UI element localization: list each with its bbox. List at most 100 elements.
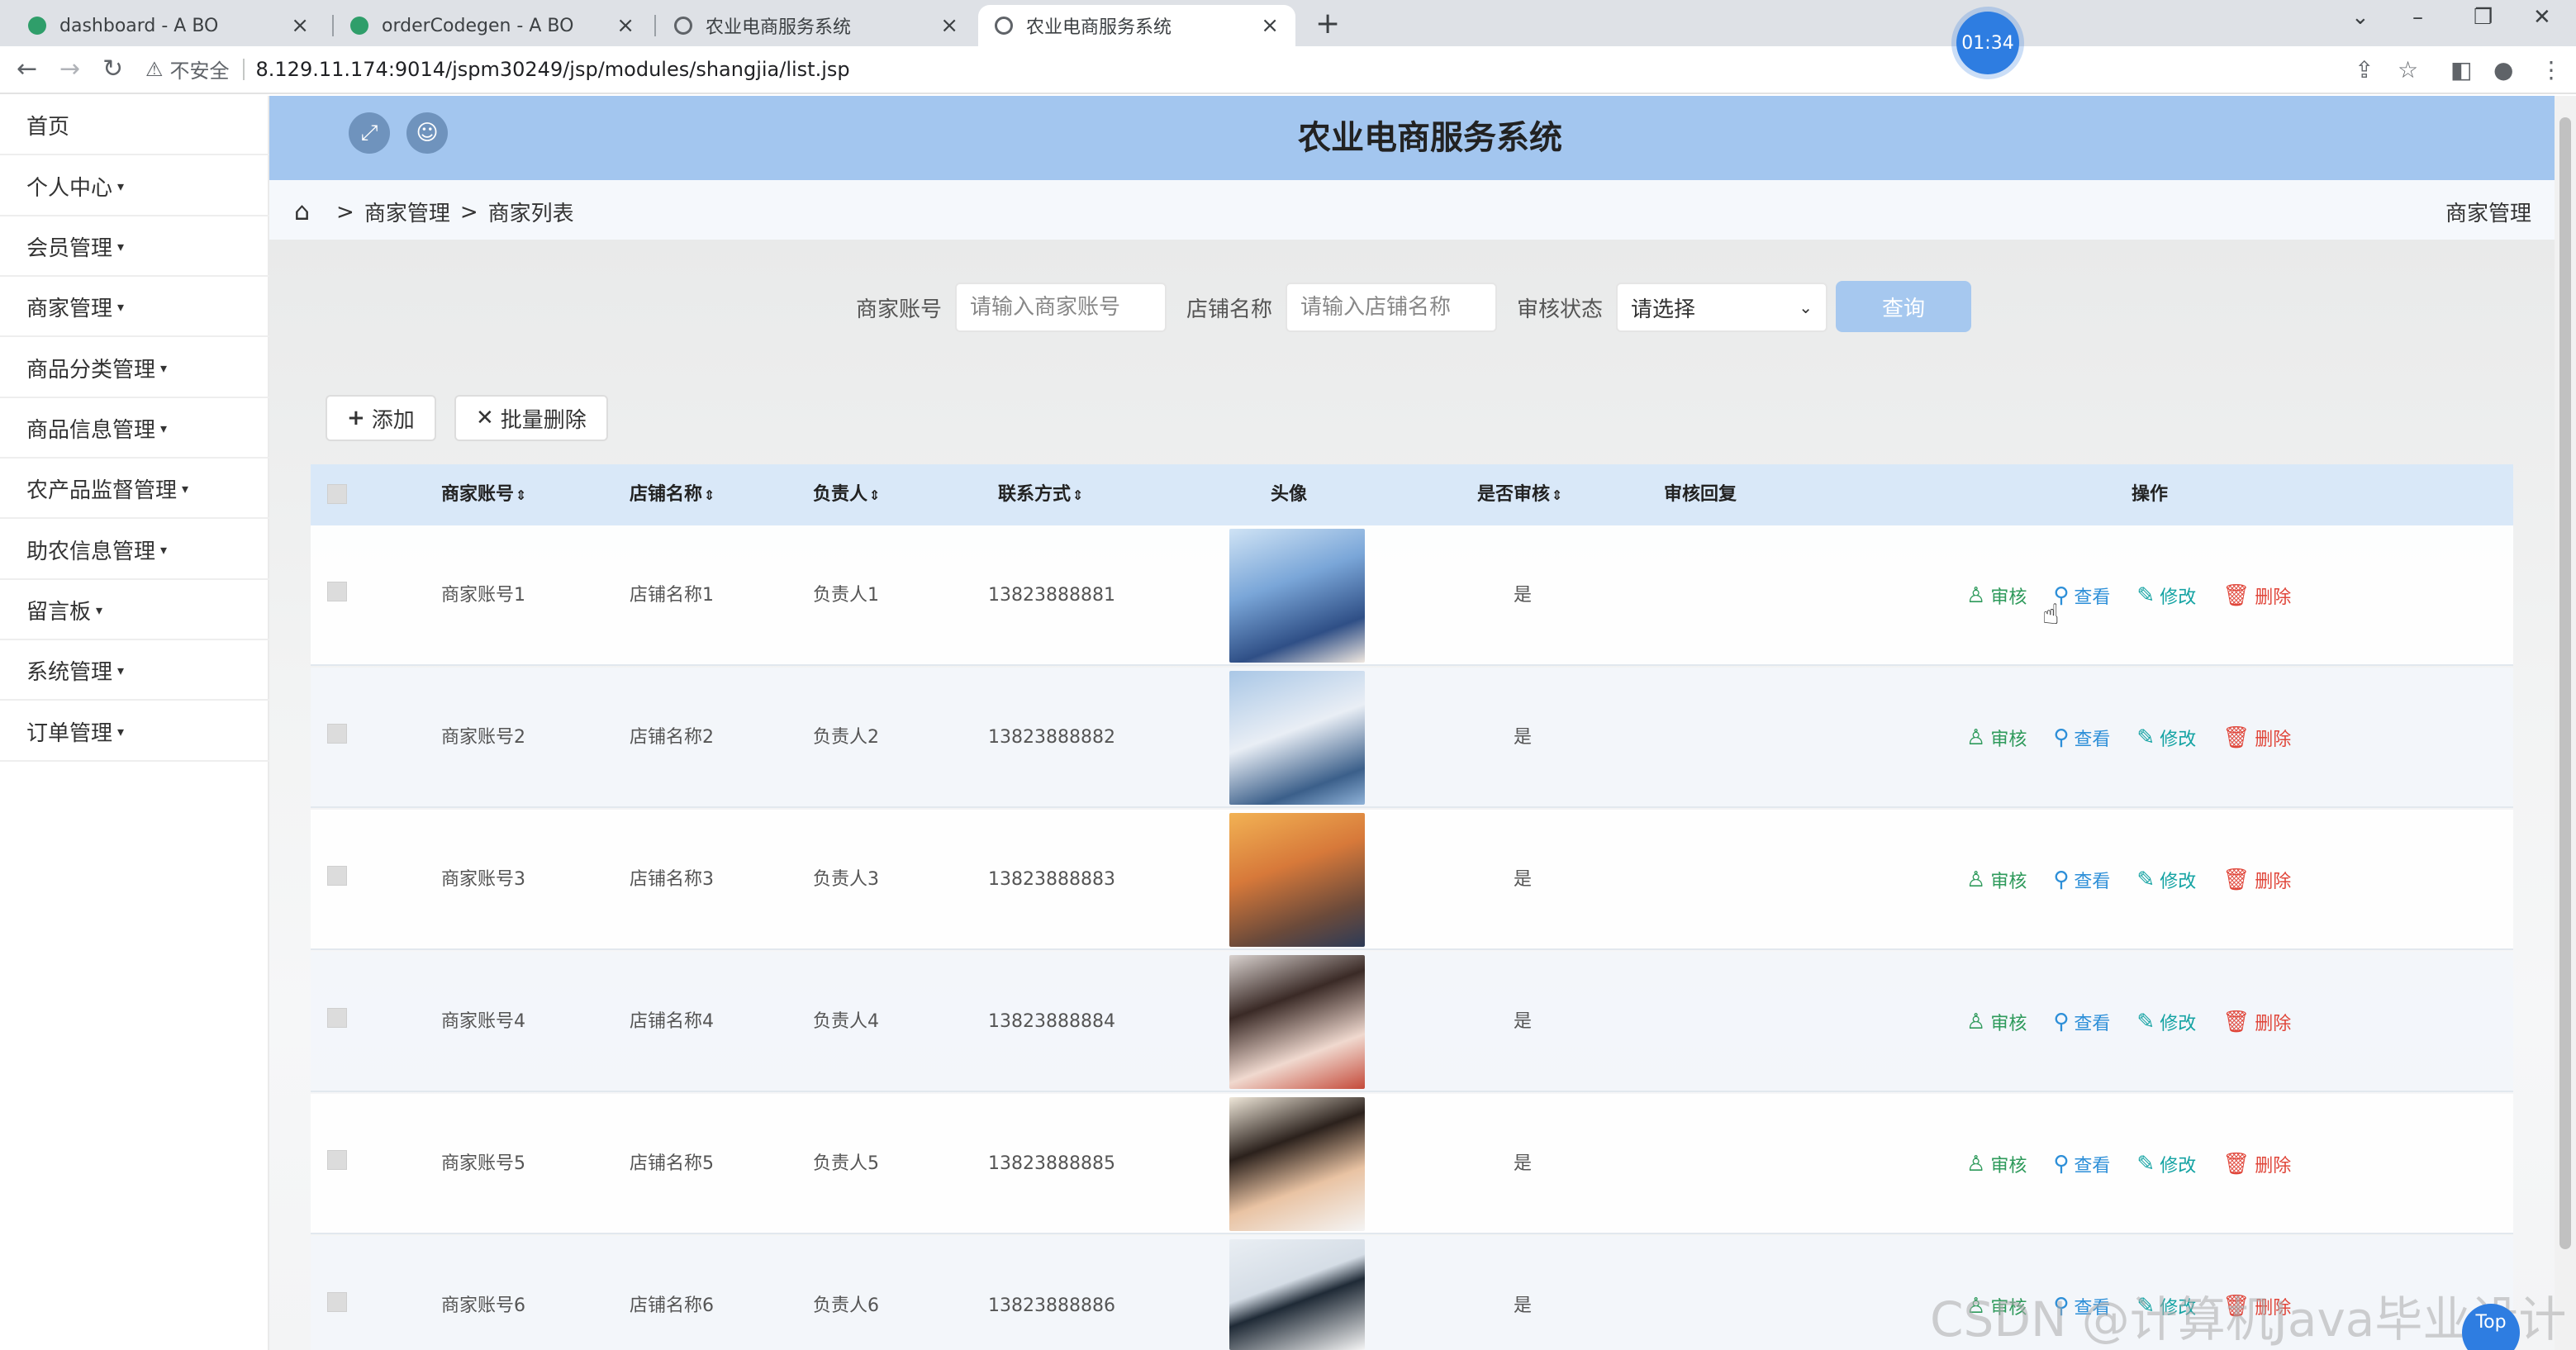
window-close-icon[interactable]: ✕ [2533,5,2551,30]
user-check-icon: ♙ [1966,725,1986,750]
column-header-owner[interactable]: 负责人 ⇕ [813,464,880,525]
sidebar-item-supervision[interactable]: 农产品监督管理 ▾ [0,459,269,519]
back-arrow-icon[interactable]: ← [17,55,37,83]
sort-icon: ⇕ [1072,487,1084,503]
browser-tab-system-active[interactable]: 农业电商服务系统 × [978,5,1295,46]
batch-delete-button[interactable]: ✕ 批量删除 [454,395,608,441]
search-icon: ⚲ [2053,868,2070,892]
cell-audited: 是 [1514,1153,1533,1174]
status-select[interactable]: 请选择 ⌄ [1616,283,1828,332]
cell-owner: 负责人2 [813,727,879,748]
sidebar-item-product-info[interactable]: 商品信息管理 ▾ [0,399,269,459]
query-button[interactable]: 查询 [1836,281,1971,332]
row-operations: ♙ 审核 ⚲ 查看 ✎ 修改 🗑 删除 [1966,668,2317,808]
close-icon[interactable]: × [291,13,309,38]
forward-arrow-icon[interactable]: → [59,55,80,83]
share-icon[interactable]: ⇪ [2355,56,2374,83]
audit-button[interactable]: ♙ 审核 [1966,1151,2027,1177]
view-button[interactable]: ⚲ 查看 [2053,867,2110,893]
browser-tab-ordercodegen[interactable]: orderCodegen - A BO × [334,5,651,46]
edit-button[interactable]: ✎ 修改 [2136,1151,2196,1177]
sidebar-item-system[interactable]: 系统管理 ▾ [0,641,269,701]
account-search-input[interactable] [955,283,1167,332]
row-checkbox[interactable] [327,1292,347,1312]
audit-button[interactable]: ♙ 审核 [1966,582,2027,609]
audit-label: 审核 [1990,1156,2027,1176]
edit-button[interactable]: ✎ 修改 [2136,1009,2196,1035]
close-icon[interactable]: × [616,13,634,38]
edit-button[interactable]: ✎ 修改 [2136,725,2196,751]
delete-button[interactable]: 🗑 删除 [2222,1009,2291,1035]
trash-icon: 🗑 [2222,725,2250,750]
row-checkbox[interactable] [327,1008,347,1028]
browser-tab-dashboard[interactable]: dashboard - A BO × [12,5,326,46]
sort-icon: ⇕ [1552,487,1563,503]
delete-button[interactable]: 🗑 删除 [2222,867,2291,893]
view-button[interactable]: ⚲ 查看 [2053,725,2110,751]
new-tab-plus-icon[interactable]: + [1315,7,1340,40]
bookmark-star-icon[interactable]: ☆ [2398,56,2418,83]
close-icon[interactable]: × [1261,13,1279,38]
view-button[interactable]: ⚲ 查看 [2053,1151,2110,1177]
audit-button[interactable]: ♙ 审核 [1966,1009,2027,1035]
sidebar-item-farm-aid-info[interactable]: 助农信息管理 ▾ [0,521,269,580]
sidebar-item-message-board[interactable]: 留言板 ▾ [0,581,269,640]
view-button[interactable]: ⚲ 查看 [2053,1009,2110,1035]
cell-shop: 店铺名称3 [630,869,714,890]
side-panel-icon[interactable]: ◧ [2450,56,2472,83]
caret-down-icon: ▾ [117,723,125,739]
row-operations: ♙ 审核 ⚲ 查看 ✎ 修改 🗑 删除 [1966,952,2317,1092]
sidebar-item-personal-center[interactable]: 个人中心 ▾ [0,157,269,216]
view-button[interactable]: ⚲ 查看 [2053,582,2110,609]
add-button[interactable]: + 添加 [326,395,436,441]
close-icon[interactable]: × [940,13,958,38]
sidebar-item-orders[interactable]: 订单管理 ▾ [0,702,269,762]
table-header-row: 商家账号 ⇕ 店铺名称 ⇕ 负责人 ⇕ 联系方式 ⇕ 头像 是否审核 ⇕ 审核回复 操作 [311,464,2513,525]
cell-owner: 负责人1 [813,585,879,606]
shop-search-input[interactable] [1286,283,1498,332]
delete-button[interactable]: 🗑 删除 [2222,582,2291,609]
column-header-account[interactable]: 商家账号 ⇕ [441,464,526,525]
avatar-image [1229,813,1365,947]
scrollbar-thumb[interactable] [2559,117,2571,1249]
cell-phone: 13823888881 [988,585,1115,606]
minimize-icon[interactable]: – [2412,5,2423,30]
column-header-shop[interactable]: 店铺名称 ⇕ [630,464,715,525]
user-icon[interactable]: ☺ [406,112,448,154]
edit-button[interactable]: ✎ 修改 [2136,582,2196,609]
audit-label: 审核 [1990,730,2027,750]
row-checkbox[interactable] [327,582,347,601]
profile-icon[interactable]: ● [2493,56,2513,83]
sidebar-item-members[interactable]: 会员管理 ▾ [0,217,269,277]
pencil-icon: ✎ [2136,583,2155,608]
column-header-audited[interactable]: 是否审核 ⇕ [1477,464,1562,525]
more-menu-icon[interactable]: ⋮ [2540,56,2563,83]
row-checkbox[interactable] [327,1150,347,1170]
home-icon[interactable]: ⌂ [294,197,310,226]
delete-button[interactable]: 🗑 删除 [2222,1151,2291,1177]
audit-button[interactable]: ♙ 审核 [1966,725,2027,751]
breadcrumb-section-title: 商家管理 [2445,202,2531,226]
page-scrollbar[interactable] [2555,96,2576,1350]
edit-button[interactable]: ✎ 修改 [2136,867,2196,893]
url-field[interactable]: ⚠ 不安全 8.129.11.174:9014/jspm30249/jsp/mo… [145,55,850,83]
column-header-phone[interactable]: 联系方式 ⇕ [998,464,1083,525]
column-header-label: 是否审核 [1477,484,1551,505]
delete-button[interactable]: 🗑 删除 [2222,725,2291,751]
sidebar: 首页 个人中心 ▾ 会员管理 ▾ 商家管理 ▾ 商品分类管理 ▾ 商品信息管理 … [0,96,269,1350]
restore-icon[interactable]: ❐ [2474,5,2493,30]
browser-tab-system[interactable]: 农业电商服务系统 × [658,5,975,46]
sidebar-item-home[interactable]: 首页 [0,96,269,155]
row-checkbox[interactable] [327,866,347,886]
select-all-checkbox[interactable] [327,484,347,504]
breadcrumb-merchant-management[interactable]: 商家管理 [364,197,450,227]
audit-button[interactable]: ♙ 审核 [1966,867,2027,893]
tab-search-chevron-icon[interactable]: ⌄ [2351,5,2369,30]
row-checkbox[interactable] [327,724,347,744]
reload-icon[interactable]: ↻ [102,55,123,83]
row-operations: ♙ 审核 ⚲ 查看 ✎ 修改 🗑 删除 [1966,525,2317,666]
sidebar-item-merchants[interactable]: 商家管理 ▾ [0,278,269,337]
sidebar-item-product-categories[interactable]: 商品分类管理 ▾ [0,339,269,398]
user-check-icon: ♙ [1966,1152,1986,1176]
fullscreen-icon[interactable]: ⤢ [349,112,390,154]
